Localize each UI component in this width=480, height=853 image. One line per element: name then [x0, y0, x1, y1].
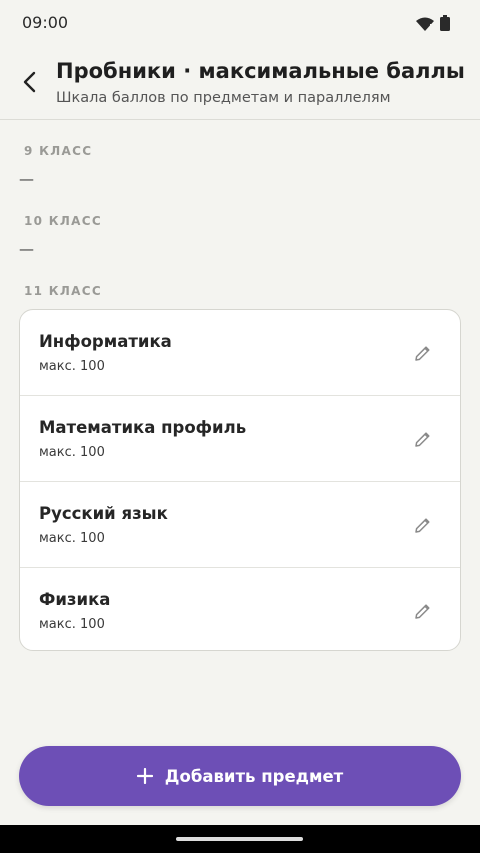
add-subject-label: Добавить предмет	[164, 766, 344, 786]
edit-button[interactable]	[412, 342, 434, 364]
subject-name: Математика профиль	[39, 418, 247, 437]
edit-button[interactable]	[412, 514, 434, 536]
subject-max-score: макс. 100	[39, 531, 105, 546]
subject-row-math-profile[interactable]: Математика профиль макс. 100	[20, 396, 460, 482]
plus-icon	[136, 768, 153, 784]
home-gesture-handle[interactable]	[176, 837, 303, 841]
wifi-icon	[416, 16, 434, 35]
subject-name: Информатика	[39, 332, 172, 351]
subject-row-russian[interactable]: Русский язык макс. 100	[20, 482, 460, 568]
subject-row-informatics[interactable]: Информатика макс. 100	[20, 310, 460, 396]
edit-button[interactable]	[412, 428, 434, 450]
grade-10-header: 10 КЛАСС	[24, 214, 102, 228]
edit-button[interactable]	[412, 600, 434, 622]
status-icons	[416, 15, 450, 35]
subject-max-score: макс. 100	[39, 359, 105, 374]
subject-name: Русский язык	[39, 504, 168, 523]
pencil-icon	[415, 604, 430, 619]
pencil-icon	[415, 518, 430, 533]
pencil-icon	[415, 346, 430, 361]
arrow-back-icon	[23, 71, 36, 93]
battery-icon	[440, 15, 450, 35]
grade-11-header: 11 КЛАСС	[24, 284, 102, 298]
subject-name: Физика	[39, 590, 111, 609]
page-title: Пробники · максимальные баллы	[56, 59, 465, 83]
grade-9-empty: —	[19, 170, 34, 188]
status-time: 09:00	[22, 13, 69, 32]
grade-10-empty: —	[19, 240, 34, 258]
page-subtitle: Шкала баллов по предметам и параллелям	[56, 90, 391, 106]
status-bar: 09:00	[0, 0, 480, 46]
app-bar: Пробники · максимальные баллы Шкала балл…	[0, 46, 480, 120]
subject-row-physics[interactable]: Физика макс. 100	[20, 568, 460, 650]
add-subject-button[interactable]: Добавить предмет	[19, 746, 461, 806]
subject-max-score: макс. 100	[39, 617, 105, 632]
subjects-card: Информатика макс. 100 Математика профиль…	[19, 309, 461, 651]
grade-9-header: 9 КЛАСС	[24, 144, 93, 158]
system-nav-bar	[0, 825, 480, 853]
pencil-icon	[415, 432, 430, 447]
subject-max-score: макс. 100	[39, 445, 105, 460]
back-button[interactable]	[14, 66, 44, 98]
